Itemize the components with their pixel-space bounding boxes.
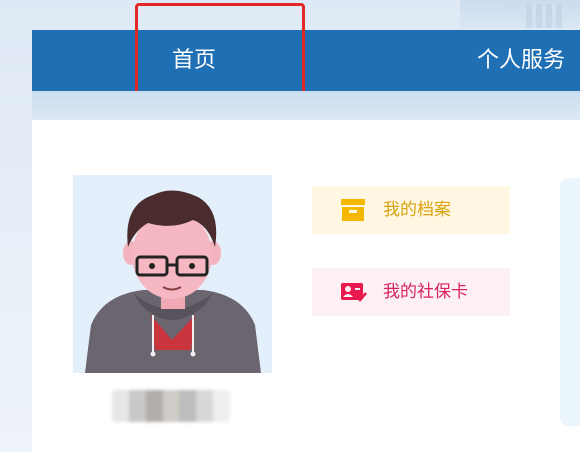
side-panel-edge [560, 178, 580, 426]
my-archive-button[interactable]: 我的档案 [312, 186, 510, 234]
id-card-check-icon [341, 281, 367, 303]
cartoon-man-avatar-icon [73, 175, 272, 373]
username-blurred [112, 390, 230, 422]
user-avatar [73, 175, 272, 373]
my-social-security-card-label: 我的社保卡 [383, 282, 468, 302]
my-social-security-card-button[interactable]: 我的社保卡 [312, 268, 510, 316]
background-skyline [460, 0, 580, 28]
panel-header-band [32, 91, 580, 120]
nav-item-personal-services[interactable]: 个人服务 [477, 30, 565, 91]
top-nav-bar: 首页 个人服务 [32, 30, 580, 91]
archive-box-icon [341, 199, 365, 221]
my-archive-label: 我的档案 [383, 200, 451, 220]
